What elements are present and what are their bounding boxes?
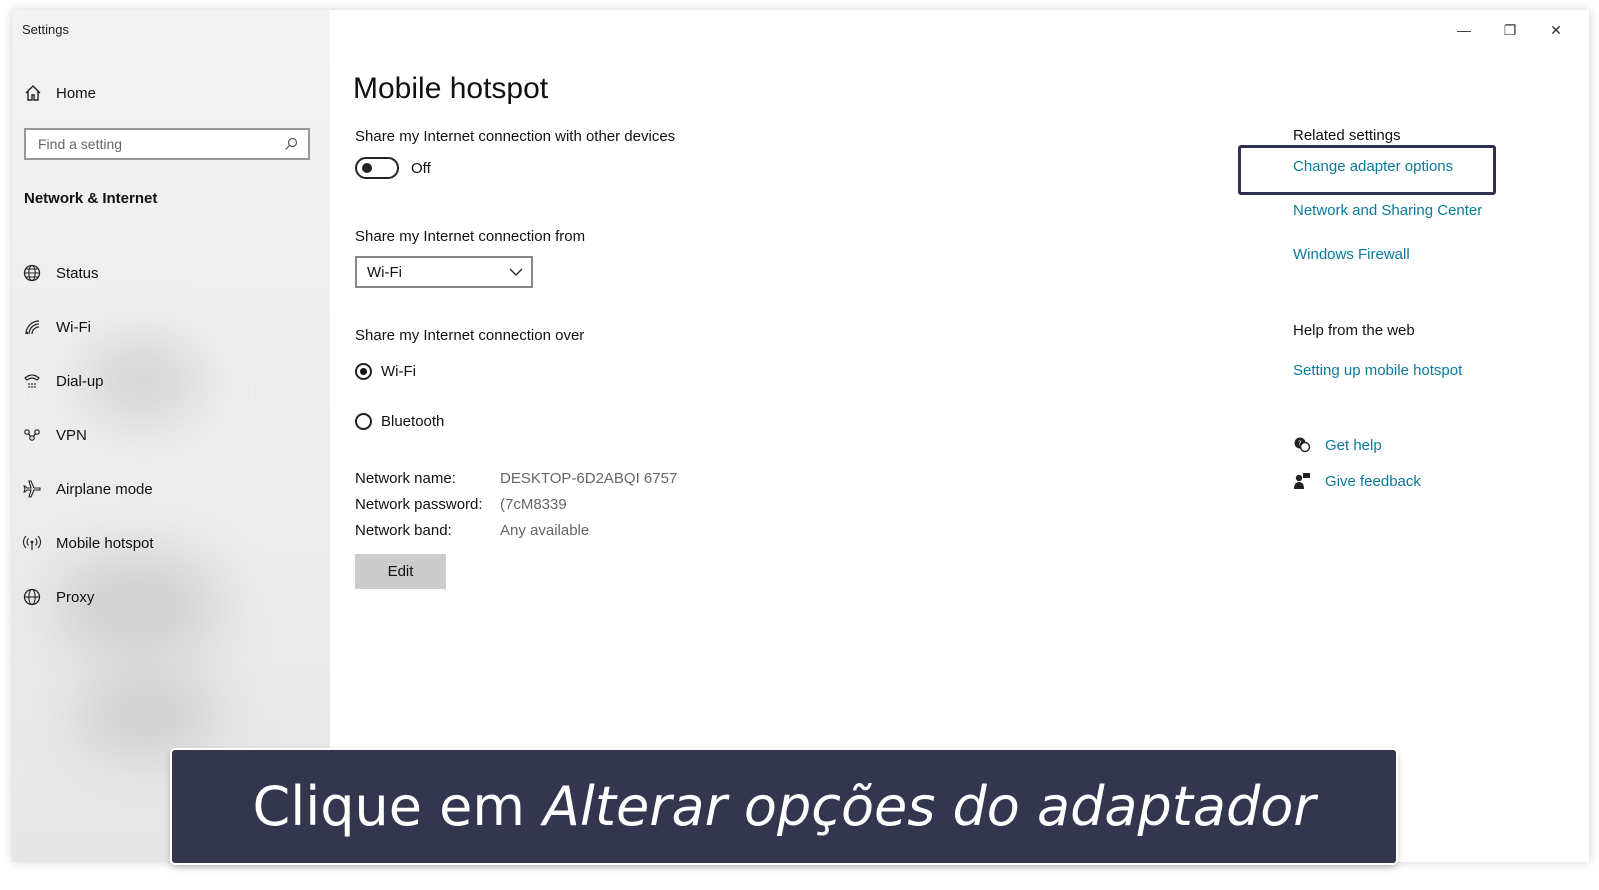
sidebar-item-label: Proxy xyxy=(56,588,95,606)
restore-icon[interactable]: ❐ xyxy=(1487,16,1533,44)
network-password-value: (7cM8339 xyxy=(500,496,567,513)
sidebar-item-status[interactable]: Status xyxy=(22,246,154,300)
link-get-help[interactable]: Get help xyxy=(1325,437,1382,454)
settings-window: Settings Home Network & Internet Status xyxy=(12,10,1589,862)
sidebar-nav: Status Wi-Fi Dial-up VPN Airplane mode M… xyxy=(22,246,154,624)
globe-icon xyxy=(22,588,42,606)
search-icon[interactable] xyxy=(284,137,298,151)
sidebar-item-label: VPN xyxy=(56,426,87,444)
edit-button[interactable]: Edit xyxy=(355,554,446,589)
help-heading: Help from the web xyxy=(1293,322,1415,339)
link-change-adapter-options[interactable]: Change adapter options xyxy=(1293,158,1453,175)
close-icon[interactable]: ✕ xyxy=(1533,16,1579,44)
link-setting-up-hotspot[interactable]: Setting up mobile hotspot xyxy=(1293,362,1462,379)
network-band-value: Any available xyxy=(500,522,590,539)
home-label: Home xyxy=(56,84,97,102)
wifi-icon xyxy=(22,318,42,336)
dialup-icon xyxy=(22,372,42,390)
banner-prefix: Clique em xyxy=(252,775,525,838)
from-label: Share my Internet connection from xyxy=(355,228,586,245)
share-label: Share my Internet connection with other … xyxy=(355,128,676,145)
sidebar-item-vpn[interactable]: VPN xyxy=(22,408,154,462)
sidebar-home[interactable]: Home xyxy=(24,84,96,102)
radio-bluetooth[interactable]: Bluetooth xyxy=(355,413,444,430)
caption-buttons: — ❐ ✕ xyxy=(1441,16,1579,44)
sidebar-item-label: Status xyxy=(56,264,99,282)
give-feedback-row[interactable]: Give feedback xyxy=(1293,472,1421,490)
section-title: Network & Internet xyxy=(24,190,158,207)
airplane-icon xyxy=(22,480,42,498)
get-help-row[interactable]: ? Get help xyxy=(1293,436,1382,454)
sidebar-item-proxy[interactable]: Proxy xyxy=(22,570,154,624)
chevron-down-icon xyxy=(509,268,523,276)
toggle-state: Off xyxy=(411,159,431,177)
link-windows-firewall[interactable]: Windows Firewall xyxy=(1293,246,1410,263)
radio-label: Bluetooth xyxy=(381,413,445,430)
sidebar-item-label: Mobile hotspot xyxy=(56,534,154,552)
link-network-sharing-center[interactable]: Network and Sharing Center xyxy=(1293,202,1482,219)
over-label: Share my Internet connection over xyxy=(355,327,585,344)
connection-from-select[interactable]: Wi-Fi xyxy=(355,256,533,288)
sidebar: Settings Home Network & Internet Status xyxy=(12,10,330,862)
radio-wifi[interactable]: Wi-Fi xyxy=(355,363,416,380)
sidebar-item-airplane[interactable]: Airplane mode xyxy=(22,462,154,516)
sidebar-item-wifi[interactable]: Wi-Fi xyxy=(22,300,154,354)
radio-label: Wi-Fi xyxy=(381,363,416,380)
instruction-banner: Clique em Alterar opções do adaptador xyxy=(172,750,1396,863)
minimize-icon[interactable]: — xyxy=(1441,16,1487,44)
network-password-key: Network password: xyxy=(355,496,483,513)
svg-text:?: ? xyxy=(1298,440,1302,448)
sidebar-item-label: Airplane mode xyxy=(56,480,153,498)
search-box[interactable] xyxy=(24,128,310,160)
network-band-key: Network band: xyxy=(355,522,452,539)
link-give-feedback[interactable]: Give feedback xyxy=(1325,473,1421,490)
toggle-switch[interactable] xyxy=(355,157,399,179)
app-title: Settings xyxy=(22,22,69,37)
related-heading: Related settings xyxy=(1293,127,1401,144)
banner-emphasis: Alterar opções do adaptador xyxy=(542,775,1316,838)
hotspot-icon xyxy=(22,534,42,552)
sidebar-item-label: Wi-Fi xyxy=(56,318,91,336)
feedback-icon xyxy=(1294,473,1310,489)
sidebar-item-label: Dial-up xyxy=(56,372,104,390)
sidebar-item-dialup[interactable]: Dial-up xyxy=(22,354,154,408)
network-info: Network name: DESKTOP-6D2ABQI 6757 Netwo… xyxy=(355,470,677,539)
chat-help-icon: ? xyxy=(1294,437,1311,453)
network-name-value: DESKTOP-6D2ABQI 6757 xyxy=(500,470,678,487)
network-name-key: Network name: xyxy=(355,470,456,487)
radio-button[interactable] xyxy=(355,363,372,380)
radio-button[interactable] xyxy=(355,413,372,430)
home-icon xyxy=(25,85,41,101)
select-value: Wi-Fi xyxy=(367,263,402,281)
globe-status-icon xyxy=(22,264,42,282)
vpn-icon xyxy=(22,426,42,444)
hotspot-toggle[interactable]: Off xyxy=(355,157,431,179)
main-content: — ❐ ✕ Mobile hotspot Share my Internet c… xyxy=(353,10,1589,862)
page-title: Mobile hotspot xyxy=(353,72,549,105)
sidebar-item-mobile-hotspot[interactable]: Mobile hotspot xyxy=(22,516,154,570)
search-input[interactable] xyxy=(36,135,270,153)
